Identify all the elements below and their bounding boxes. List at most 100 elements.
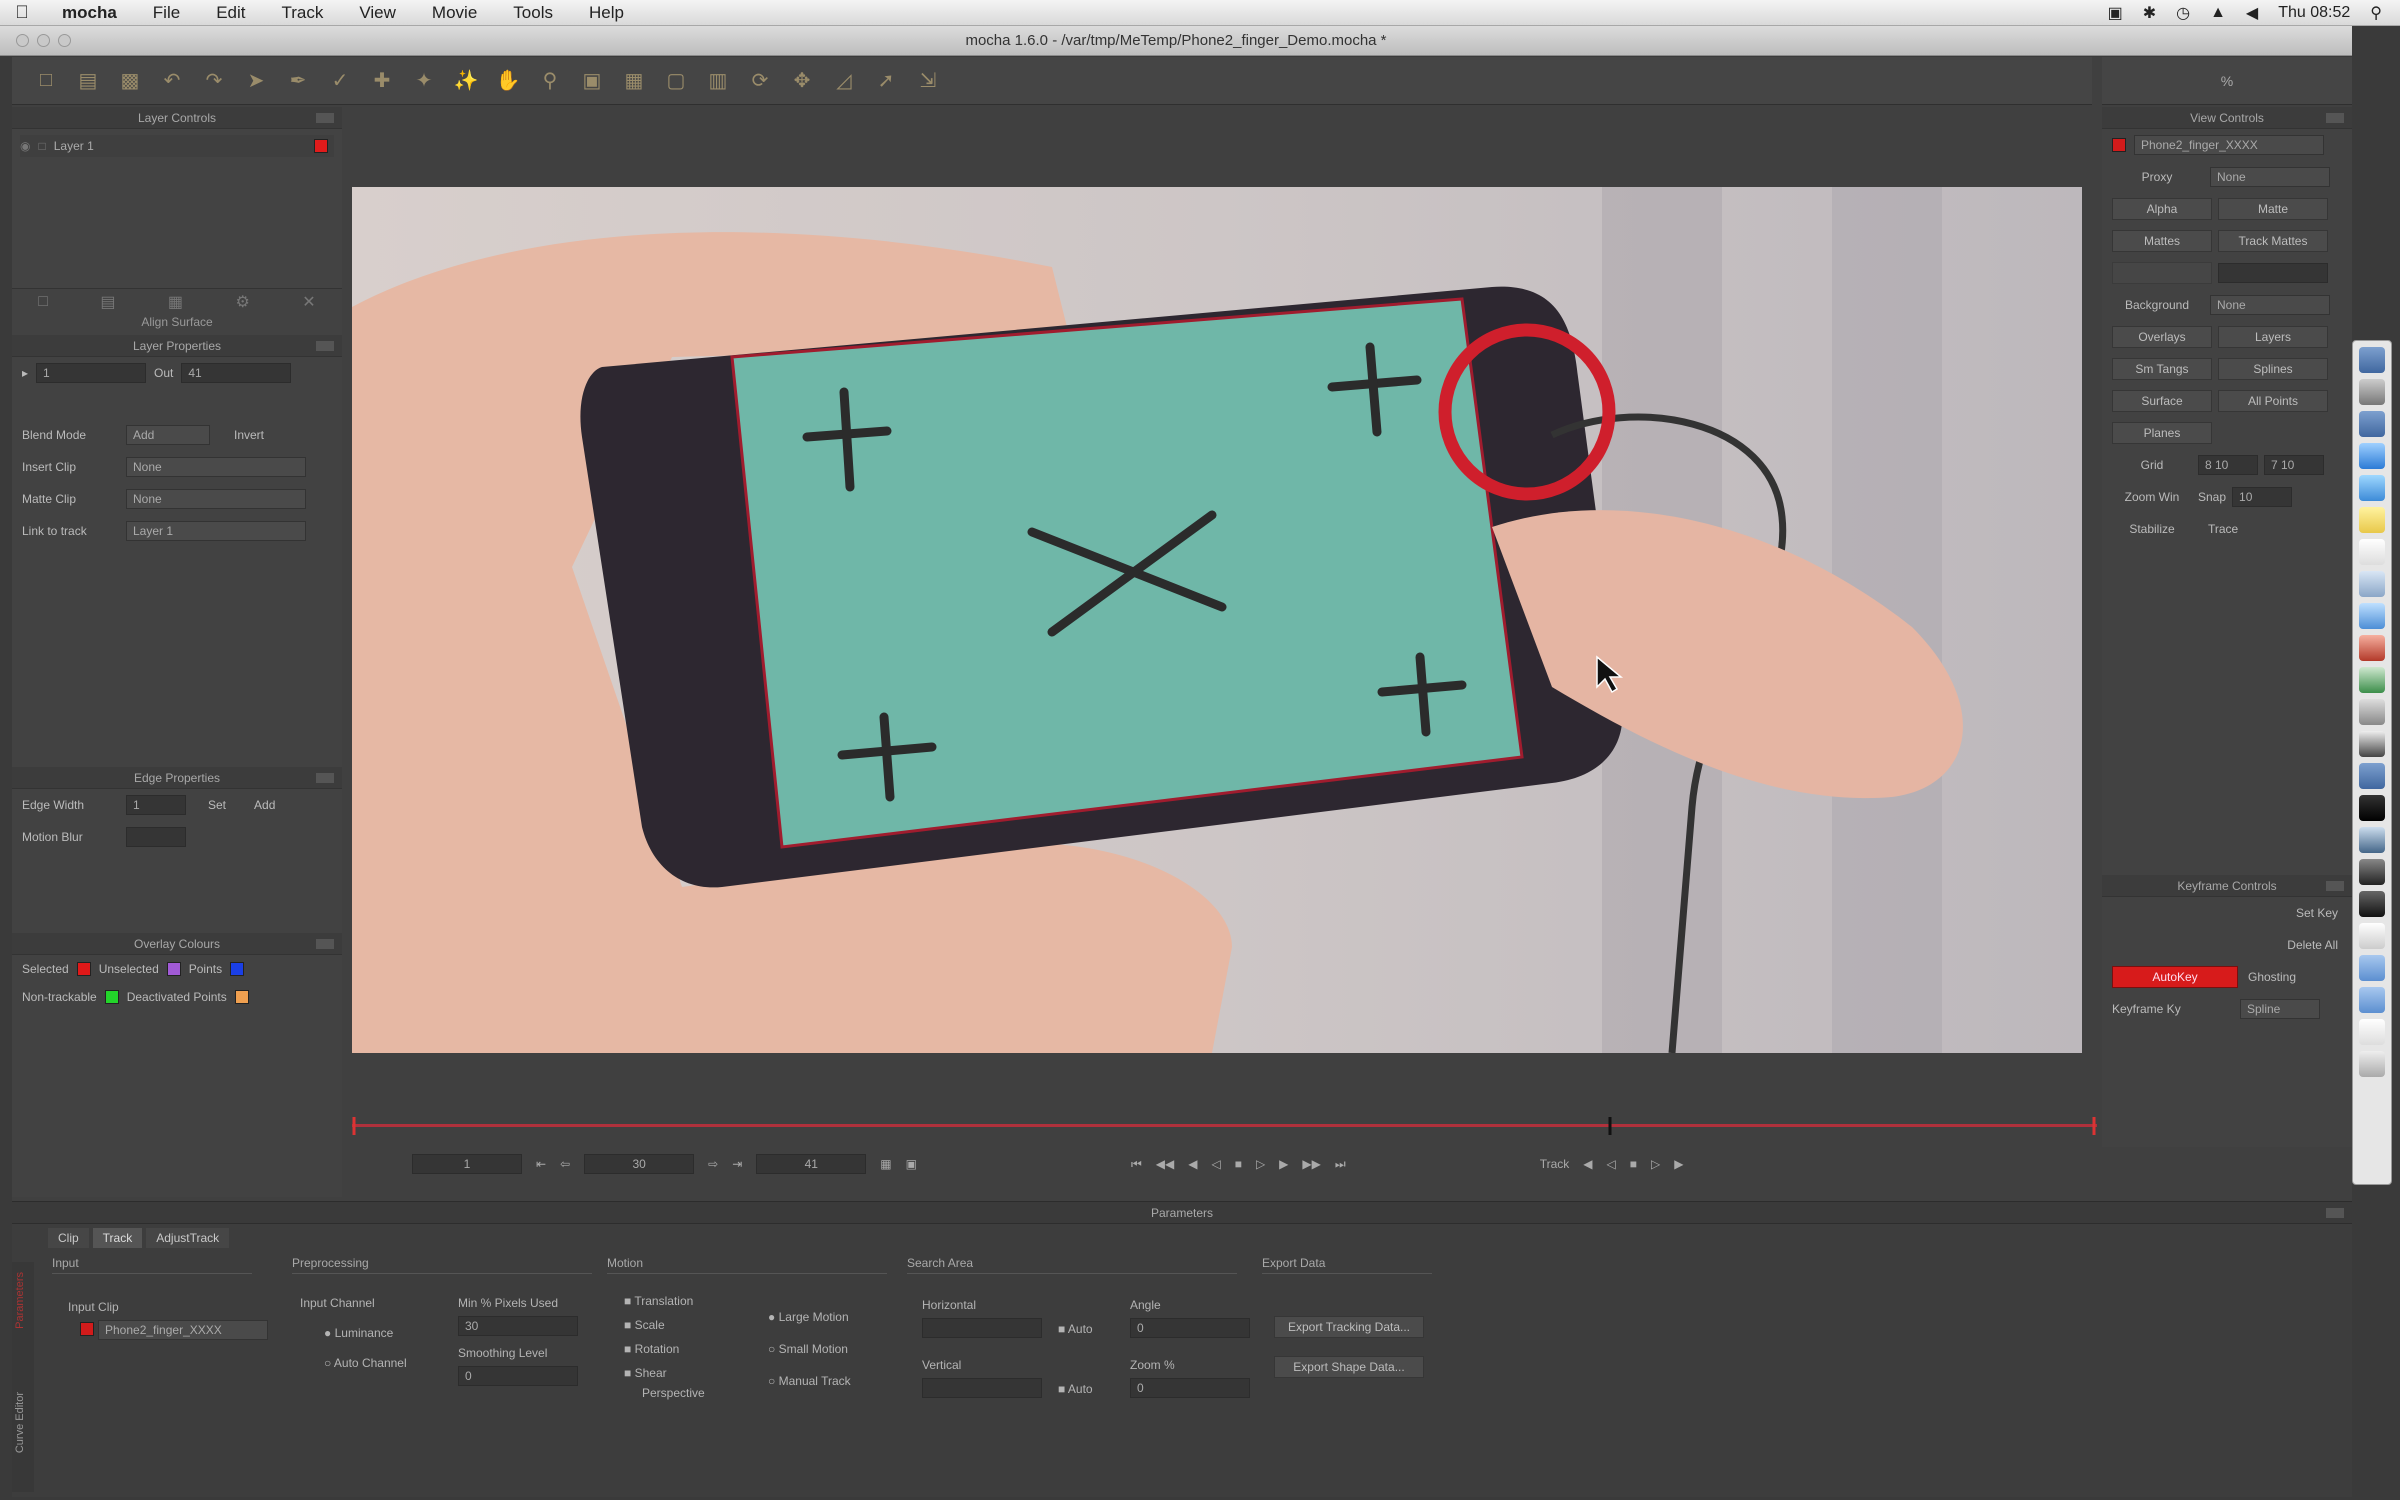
min-pixels-field[interactable]: 30 xyxy=(458,1316,578,1336)
ichat-icon[interactable] xyxy=(2359,475,2385,501)
set-key-button[interactable]: Set Key xyxy=(2296,906,2338,920)
notes-icon[interactable] xyxy=(2359,507,2385,533)
eye-icon[interactable]: ◉ xyxy=(20,139,30,153)
safari-icon[interactable] xyxy=(2359,443,2385,469)
ghosting-checkbox[interactable]: Ghosting xyxy=(2248,970,2296,984)
delete-layer-icon[interactable]: ✕ xyxy=(302,292,315,312)
select-tool-icon[interactable]: ➤ xyxy=(242,67,270,95)
photo-icon[interactable] xyxy=(2359,635,2385,661)
grid-y-field[interactable]: 7 10 xyxy=(2264,455,2324,475)
transform-icon[interactable]: ◿ xyxy=(830,67,858,95)
system-prefs-icon[interactable] xyxy=(2359,699,2385,725)
go-end-icon[interactable]: ⏭ xyxy=(1335,1157,1346,1172)
in-frame-field[interactable]: 1 xyxy=(412,1154,522,1174)
clip-viewer[interactable] xyxy=(352,187,2082,1053)
step-forward-icon[interactable]: ⇨ xyxy=(708,1157,718,1171)
auto-channel-radio[interactable]: ○ Auto Channel xyxy=(324,1356,407,1370)
grid-icon[interactable]: ▦ xyxy=(620,67,648,95)
stabilize-checkbox[interactable]: Stabilize xyxy=(2112,522,2192,536)
magic-wand-icon[interactable]: ✨ xyxy=(452,67,480,95)
export-shape-button[interactable]: Export Shape Data... xyxy=(1274,1356,1424,1378)
tab-parameters-side[interactable]: Parameters xyxy=(14,1272,26,1329)
redo-icon[interactable]: ↷ xyxy=(200,67,228,95)
undo-icon[interactable]: ↶ xyxy=(158,67,186,95)
bounce-icon[interactable]: ▣ xyxy=(906,1157,917,1171)
motion-blur-field[interactable] xyxy=(126,827,186,847)
track-stop-icon[interactable]: ■ xyxy=(1630,1157,1637,1171)
export-tracking-button[interactable]: Export Tracking Data... xyxy=(1274,1316,1424,1338)
track-mattes-button[interactable]: Track Mattes xyxy=(2218,230,2328,252)
panel-menu-icon[interactable] xyxy=(2326,881,2344,891)
spotlight-icon[interactable]: ⚲ xyxy=(2370,3,2382,23)
add-button[interactable]: Add xyxy=(254,798,275,812)
sm-tangs-button[interactable]: Sm Tangs xyxy=(2112,358,2212,380)
alpha-button[interactable]: Alpha xyxy=(2112,198,2212,220)
screen-icon[interactable]: ▣ xyxy=(2108,3,2123,23)
proxy-select[interactable]: None xyxy=(2210,167,2330,187)
terminal-icon[interactable] xyxy=(2359,891,2385,917)
panel-menu-icon[interactable] xyxy=(316,773,334,783)
grid-x-field[interactable]: 8 10 xyxy=(2198,455,2258,475)
bezier-tool-icon[interactable]: ✦ xyxy=(410,67,438,95)
rotation-checkbox[interactable]: ■ Rotation xyxy=(624,1342,679,1356)
folder-icon[interactable] xyxy=(2359,955,2385,981)
timeline-bar[interactable] xyxy=(352,1117,2097,1135)
spline-tool-icon[interactable]: ✓ xyxy=(326,67,354,95)
luminance-radio[interactable]: ● Luminance xyxy=(324,1326,393,1340)
volume-icon[interactable]: ◀ xyxy=(2246,3,2258,23)
shear-checkbox[interactable]: ■ Shear xyxy=(624,1366,667,1380)
prev-key-icon[interactable]: ◀◀ xyxy=(1156,1157,1174,1171)
lock-icon[interactable]: □ xyxy=(38,139,45,153)
layer-settings-icon[interactable]: ⚙ xyxy=(236,292,250,312)
unselected-color-swatch[interactable] xyxy=(166,962,181,976)
wifi-icon[interactable]: ▲ xyxy=(2210,4,2226,22)
angle-field[interactable]: 0 xyxy=(1130,1318,1250,1338)
current-frame-field[interactable]: 30 xyxy=(584,1154,695,1174)
trash-icon[interactable] xyxy=(2359,1051,2385,1077)
minimize-window-icon[interactable] xyxy=(37,34,50,47)
fit-view-icon[interactable]: ▣ xyxy=(578,67,606,95)
panel-menu-icon[interactable] xyxy=(316,113,334,123)
set-button[interactable]: Set xyxy=(208,798,226,812)
quicktime-icon[interactable] xyxy=(2359,827,2385,853)
rotate-icon[interactable]: ⟳ xyxy=(746,67,774,95)
small-motion-radio[interactable]: ○ Small Motion xyxy=(768,1342,848,1356)
mocha-icon[interactable] xyxy=(2359,795,2385,821)
align-surface-button[interactable]: Align Surface xyxy=(12,315,342,333)
out-field[interactable]: 41 xyxy=(181,363,292,383)
track-frame-back-icon[interactable]: ◁ xyxy=(1606,1157,1615,1171)
blend-mode-select[interactable]: Add xyxy=(126,425,210,445)
track-forward-icon[interactable]: ▶ xyxy=(1674,1157,1683,1171)
pen-tool-icon[interactable]: ✒ xyxy=(284,67,312,95)
move-icon[interactable]: ✥ xyxy=(788,67,816,95)
stop-icon[interactable]: ■ xyxy=(1235,1157,1242,1171)
scale-checkbox[interactable]: ■ Scale xyxy=(624,1318,665,1332)
hand-tool-icon[interactable]: ✋ xyxy=(494,67,522,95)
planes-icon[interactable]: ▥ xyxy=(704,67,732,95)
play-icon[interactable]: ▷ xyxy=(1256,1157,1265,1171)
calendar-icon[interactable] xyxy=(2359,539,2385,565)
surface-button[interactable]: Surface xyxy=(2112,390,2212,412)
textedit-icon[interactable] xyxy=(2359,923,2385,949)
manual-track-radio[interactable]: ○ Manual Track xyxy=(768,1374,851,1388)
overlays-button[interactable]: Overlays xyxy=(2112,326,2212,348)
apple-icon[interactable]:  xyxy=(0,2,44,23)
menu-movie[interactable]: Movie xyxy=(414,3,495,23)
planes-button[interactable]: Planes xyxy=(2112,422,2212,444)
step-back-icon[interactable]: ⇦ xyxy=(560,1157,570,1171)
track-backward-icon[interactable]: ◀ xyxy=(1583,1157,1592,1171)
pin-icon[interactable]: ➚ xyxy=(872,67,900,95)
clapper-icon[interactable] xyxy=(2359,859,2385,885)
mattes-button[interactable]: Mattes xyxy=(2112,230,2212,252)
out-frame-field[interactable]: 41 xyxy=(756,1154,867,1174)
app-store-icon[interactable] xyxy=(2359,763,2385,789)
autokey-button[interactable]: AutoKey xyxy=(2112,966,2238,988)
go-start-icon[interactable]: ⏮ xyxy=(1131,1157,1142,1172)
snap-field[interactable]: 10 xyxy=(2232,487,2293,507)
set-out-icon[interactable]: ⇥ xyxy=(732,1157,742,1171)
next-key-icon[interactable]: ▶▶ xyxy=(1302,1157,1320,1171)
layer-row[interactable]: ◉ □ Layer 1 xyxy=(20,135,334,157)
tab-track[interactable]: Track xyxy=(92,1228,143,1248)
invert-checkbox[interactable]: Invert xyxy=(234,428,264,442)
tab-curve-editor-side[interactable]: Curve Editor xyxy=(14,1392,26,1453)
